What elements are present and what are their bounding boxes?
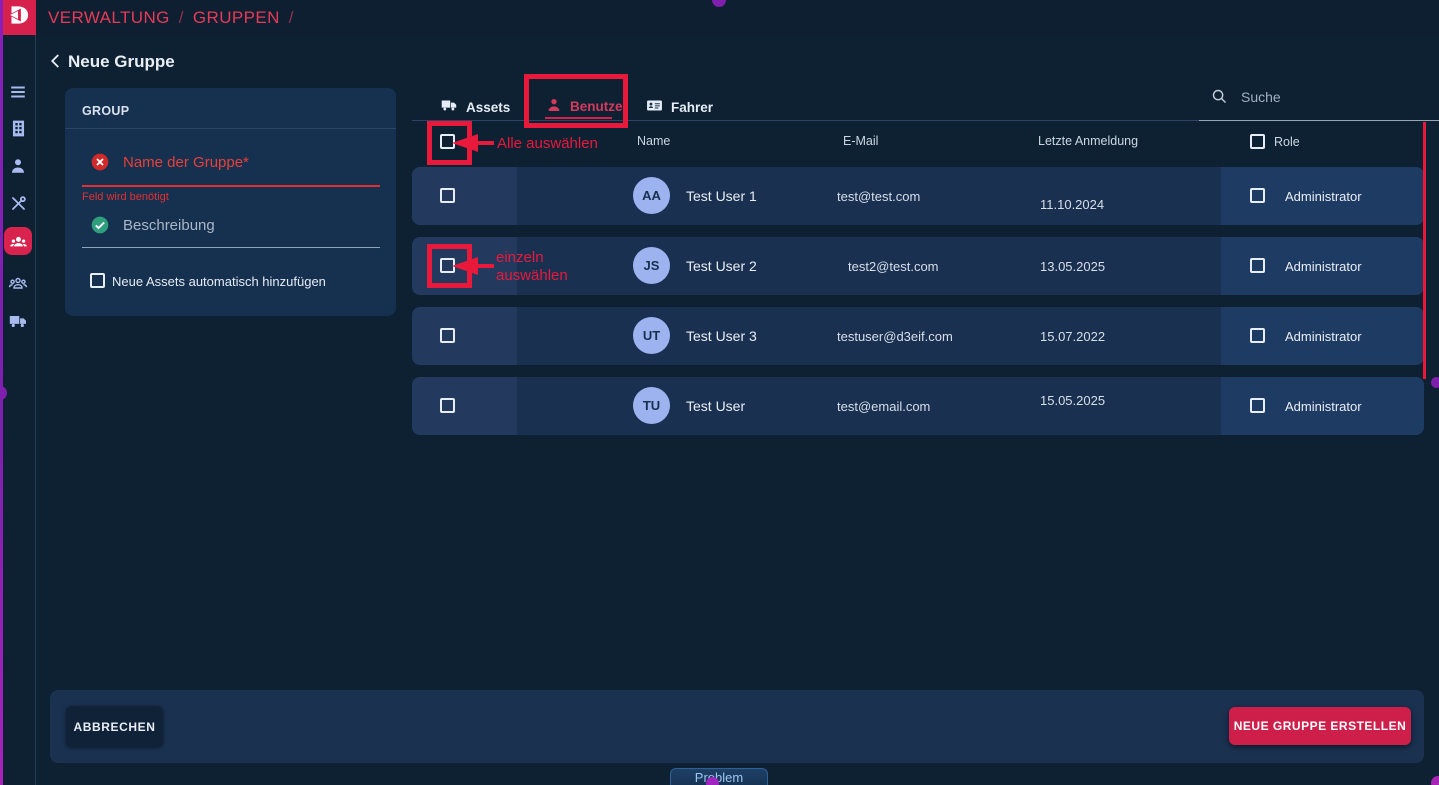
search-icon <box>1211 88 1228 110</box>
magenta-marker-dot <box>706 777 719 785</box>
breadcrumb-separator: / <box>289 8 294 28</box>
user-name: Test User 2 <box>686 258 757 274</box>
magenta-marker-dot <box>1431 776 1439 785</box>
avatar: TU <box>633 387 670 424</box>
annotation-select-single-line1: einzeln <box>496 249 568 267</box>
annotation-select-single-line2: auswählen <box>496 267 568 285</box>
breadcrumb: VERWALTUNG / GRUPPEN / <box>48 0 294 35</box>
avatar: JS <box>633 247 670 284</box>
annotation-arrow-line <box>476 264 494 268</box>
description-underline <box>82 247 380 248</box>
role-checkbox[interactable] <box>1250 188 1265 203</box>
tab-assets-label: Assets <box>466 100 510 115</box>
user-name: Test User <box>686 398 745 414</box>
purple-marker-dot <box>1431 377 1439 388</box>
annotation-arrow-left-icon <box>452 257 478 275</box>
back-button[interactable] <box>47 52 65 75</box>
group-name-error: Feld wird benötigt <box>82 191 169 203</box>
menu-icon[interactable] <box>0 83 36 101</box>
row-checkbox-cell <box>412 167 517 225</box>
annotation-arrow-line <box>476 141 494 145</box>
row-checkbox[interactable] <box>440 188 455 203</box>
truck-icon[interactable] <box>0 312 36 331</box>
role-label: Administrator <box>1285 259 1362 274</box>
last-login-date: 11.10.2024 <box>1040 197 1104 212</box>
role-label: Administrator <box>1285 399 1362 414</box>
search-underline <box>1199 120 1439 121</box>
role-checkbox[interactable] <box>1250 328 1265 343</box>
table-row[interactable]: TU Test User test@email.com 15.05.2025 A… <box>412 377 1424 435</box>
row-checkbox-cell <box>412 377 517 435</box>
purple-edge-strip <box>0 0 3 785</box>
groups-icon-active[interactable] <box>4 227 32 255</box>
breadcrumb-verwaltung[interactable]: VERWALTUNG <box>48 8 170 28</box>
page-title: Neue Gruppe <box>68 52 175 72</box>
footer-action-bar: ABBRECHEN NEUE GRUPPE ERSTELLEN <box>50 690 1424 763</box>
user-email: test@test.com <box>837 189 920 204</box>
id-card-icon <box>646 97 663 117</box>
group-form-card: GROUP Name der Gruppe* Feld wird benötig… <box>65 88 396 316</box>
breadcrumb-gruppen[interactable]: GRUPPEN <box>193 8 280 28</box>
user-name: Test User 1 <box>686 188 757 204</box>
user-email: test2@test.com <box>848 259 939 274</box>
row-checkbox[interactable] <box>440 328 455 343</box>
user-icon[interactable] <box>0 157 36 175</box>
annotation-vertical-line <box>1423 122 1426 379</box>
column-header-name[interactable]: Name <box>637 134 670 148</box>
valid-check-icon <box>90 215 110 240</box>
tab-assets[interactable]: Assets <box>441 97 510 117</box>
group-name-field[interactable]: Name der Gruppe* <box>123 154 249 171</box>
annotation-arrow-left-icon <box>452 134 478 152</box>
role-label: Administrator <box>1285 329 1362 344</box>
description-field[interactable]: Beschreibung <box>123 217 215 234</box>
auto-add-assets-label: Neue Assets automatisch hinzufügen <box>112 274 326 289</box>
avatar: AA <box>633 177 670 214</box>
role-label: Administrator <box>1285 189 1362 204</box>
breadcrumb-separator: / <box>179 8 184 28</box>
user-name: Test User 3 <box>686 328 757 344</box>
app-logo[interactable] <box>0 0 36 35</box>
card-divider <box>65 128 396 129</box>
tab-fahrer-label: Fahrer <box>671 100 713 115</box>
left-sidebar <box>0 35 36 785</box>
brand-icon <box>5 2 31 33</box>
column-header-last-login[interactable]: Letzte Anmeldung <box>1038 134 1138 148</box>
building-icon[interactable] <box>0 119 36 138</box>
cancel-button[interactable]: ABBRECHEN <box>66 706 163 747</box>
last-login-date: 15.07.2022 <box>1040 329 1105 344</box>
create-group-button[interactable]: NEUE GRUPPE ERSTELLEN <box>1229 707 1411 745</box>
last-login-date: 15.05.2025 <box>1040 393 1105 408</box>
select-all-roles-checkbox[interactable] <box>1250 134 1265 149</box>
role-checkbox[interactable] <box>1250 398 1265 413</box>
chevron-left-icon <box>47 57 65 74</box>
tab-fahrer[interactable]: Fahrer <box>646 97 713 117</box>
column-header-role[interactable]: Role <box>1274 135 1300 149</box>
column-header-email[interactable]: E-Mail <box>843 134 878 148</box>
tools-icon[interactable] <box>0 194 36 213</box>
search-input[interactable]: Suche <box>1241 89 1281 105</box>
error-icon <box>90 152 110 177</box>
truck-icon <box>441 97 458 117</box>
annotation-select-all-label: Alle auswählen <box>497 135 598 153</box>
auto-add-assets-checkbox[interactable] <box>90 273 105 288</box>
annotation-box-benutzer-tab <box>524 74 628 128</box>
row-checkbox-cell <box>412 307 517 365</box>
row-checkbox[interactable] <box>440 398 455 413</box>
table-row[interactable]: UT Test User 3 testuser@d3eif.com 15.07.… <box>412 307 1424 365</box>
user-email: test@email.com <box>837 399 930 414</box>
team-icon[interactable] <box>0 273 36 293</box>
group-name-underline <box>82 185 380 187</box>
table-row[interactable]: AA Test User 1 test@test.com 11.10.2024 … <box>412 167 1424 225</box>
avatar: UT <box>633 317 670 354</box>
group-card-title: GROUP <box>82 104 129 118</box>
user-email: testuser@d3eif.com <box>837 329 953 344</box>
problem-tab[interactable]: Problem <box>670 768 768 785</box>
last-login-date: 13.05.2025 <box>1040 259 1105 274</box>
annotation-select-single-label: einzeln auswählen <box>496 249 568 285</box>
role-checkbox[interactable] <box>1250 258 1265 273</box>
